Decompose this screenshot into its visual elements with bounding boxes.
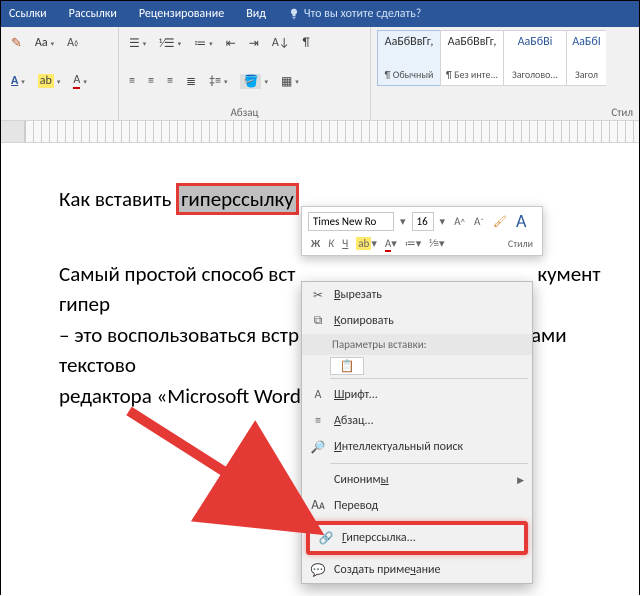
justify-button[interactable]: ≣ — [182, 71, 200, 92]
linespacing-button[interactable]: ‡≡▾ — [205, 71, 231, 91]
paragraph-icon: ≡ — [310, 413, 326, 429]
style-normal[interactable]: АаБбВвГг,¶ Обычный — [377, 30, 441, 86]
clear-button[interactable]: A◊ — [63, 33, 82, 53]
mini-grow-button[interactable]: A^ — [451, 214, 468, 229]
change-case-button[interactable]: Aa▾ — [31, 33, 58, 53]
tab-review[interactable]: Рецензирование — [139, 7, 224, 21]
mini-italic[interactable]: К — [325, 236, 337, 251]
multilevel-button[interactable]: ≔▾ — [190, 33, 217, 54]
mini-toolbar: Times New Ro ▾ 16 ▾ A^ Aˇ 🖌 A Ж К Ч ab▾ … — [301, 206, 543, 256]
chevron-right-icon: ▶ — [517, 475, 524, 486]
ctx-cut[interactable]: ✂Вырезать — [302, 282, 532, 308]
tab-view[interactable]: Вид — [246, 7, 266, 21]
indent-inc-button[interactable]: ⇥ — [245, 33, 263, 54]
styles-label: Стил — [371, 106, 639, 119]
borders-button[interactable]: ▦▾ — [277, 71, 303, 92]
ctx-paste-option[interactable]: 📋 — [330, 357, 364, 375]
mini-fontcolor[interactable]: A▾ — [382, 236, 400, 251]
clipboard-icon: 📋 — [340, 359, 355, 374]
ctx-synonyms[interactable]: Синонимы▶ — [302, 467, 532, 493]
mini-format-painter[interactable]: 🖌 — [490, 214, 510, 229]
mini-styles-button[interactable]: A — [513, 209, 529, 233]
link-icon: 🔗 — [318, 530, 334, 546]
ruler[interactable] — [1, 121, 639, 143]
mini-numbering[interactable]: ⅟≡▾ — [426, 236, 447, 251]
scissors-icon: ✂ — [310, 287, 326, 303]
style-heading1[interactable]: АаБбВіЗаголово... — [503, 30, 567, 86]
lightbulb-icon — [288, 8, 300, 20]
comment-icon: 💬 — [310, 562, 326, 578]
sort-button[interactable]: A↓ — [268, 33, 294, 53]
numbering-button[interactable]: ⅟☰▾ — [155, 33, 185, 54]
ribbon: ✎ Aa▾ A◊ A▾ ab▾ A▾ ☰▾ ⅟☰▾ ≔▾ ⇤ ⇥ A↓ ¶ ≡ … — [1, 27, 639, 121]
ctx-translate[interactable]: 🗛Перевод — [302, 493, 532, 519]
copy-icon: ⧉ — [310, 313, 326, 329]
mini-font-dd[interactable]: ▾ — [397, 214, 409, 229]
mini-bold[interactable]: Ж — [308, 236, 323, 251]
translate-icon: 🗛 — [310, 498, 326, 514]
align-right-button[interactable]: ≡ — [163, 71, 177, 91]
mini-bullets[interactable]: ≔▾ — [402, 236, 425, 251]
ctx-smart-lookup[interactable]: 🔎Интеллектуальный поиск — [302, 434, 532, 460]
paragraph-label: Абзац — [119, 106, 370, 119]
font-group: ✎ Aa▾ A◊ A▾ ab▾ A▾ — [1, 27, 119, 120]
mini-font-input[interactable]: Times New Ro — [308, 212, 394, 231]
tab-links[interactable]: Ссылки — [9, 7, 47, 21]
mini-shrink-button[interactable]: Aˇ — [471, 214, 487, 229]
text-color-button[interactable]: A▾ — [69, 70, 90, 92]
selected-word[interactable]: гиперссылку — [176, 183, 299, 215]
ctx-new-comment[interactable]: 💬Создать примечание — [302, 557, 532, 583]
tell-me[interactable]: Что вы хотите сделать? — [288, 7, 421, 21]
ctx-font[interactable]: AШрифт... — [302, 382, 532, 408]
indent-dec-button[interactable]: ⇤ — [222, 33, 240, 54]
ctx-copy[interactable]: ⧉Копировать — [302, 308, 532, 334]
font-icon: A — [310, 387, 326, 403]
bullets-button[interactable]: ☰▾ — [125, 33, 150, 54]
paragraph-group: ☰▾ ⅟☰▾ ≔▾ ⇤ ⇥ A↓ ¶ ≡ ≡ ≡ ≣ ‡≡▾ 🪣▾ ▦▾ Абз… — [119, 27, 371, 120]
mini-styles-label: Стили — [505, 236, 536, 251]
font-color-button[interactable]: A▾ — [7, 71, 29, 91]
style-nospacing[interactable]: АаБбВвГг,¶ Без инте... — [440, 30, 504, 86]
align-center-button[interactable]: ≡ — [144, 71, 158, 91]
mini-size-dd[interactable]: ▾ — [437, 214, 449, 229]
mini-size-input[interactable]: 16 — [412, 212, 434, 231]
tab-mailings[interactable]: Рассылки — [69, 7, 117, 21]
style-heading2[interactable]: АаБбIЗагол — [566, 30, 606, 86]
tell-me-label: Что вы хотите сделать? — [304, 7, 421, 21]
mini-underline[interactable]: Ч — [339, 236, 351, 251]
search-icon: 🔎 — [310, 439, 326, 455]
ctx-hyperlink[interactable]: 🔗Гиперссылка... — [306, 521, 528, 555]
ribbon-tabs: Ссылки Рассылки Рецензирование Вид Что в… — [1, 1, 639, 27]
ctx-paste-header: Параметры вставки: — [302, 334, 532, 355]
clear-format-button[interactable]: ✎ — [7, 33, 26, 54]
heading-text: Как вставить — [59, 186, 176, 212]
pilcrow-button[interactable]: ¶ — [299, 33, 314, 53]
ctx-paragraph[interactable]: ≡Абзац... — [302, 408, 532, 434]
mini-highlight[interactable]: ab▾ — [353, 236, 380, 251]
shading-button[interactable]: 🪣▾ — [236, 71, 271, 92]
highlight-button[interactable]: ab▾ — [34, 71, 65, 91]
styles-group: АаБбВвГг,¶ Обычный АаБбВвГг,¶ Без инте..… — [371, 27, 639, 120]
align-left-button[interactable]: ≡ — [125, 71, 139, 91]
context-menu: ✂Вырезать ⧉Копировать Параметры вставки:… — [301, 281, 533, 584]
